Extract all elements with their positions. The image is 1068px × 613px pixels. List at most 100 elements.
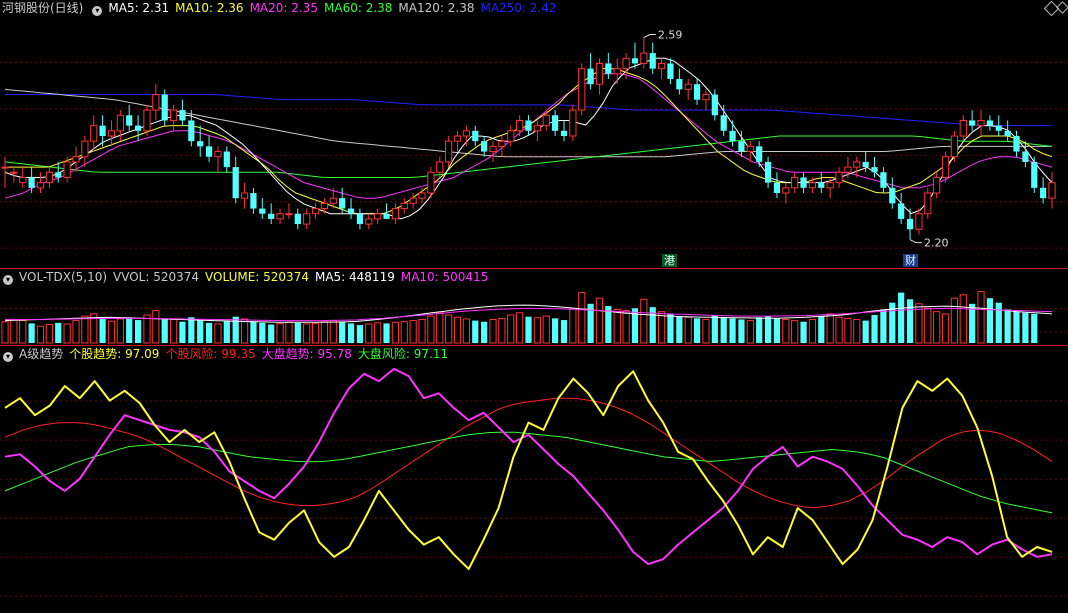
candle — [81, 136, 89, 168]
volume-legend-1: VOLUME: 520374 — [205, 270, 309, 284]
volume-bar — [188, 317, 195, 343]
candle — [764, 156, 772, 188]
candle — [268, 203, 275, 225]
candle-body — [1022, 151, 1029, 162]
candle — [552, 110, 559, 136]
candle-body — [107, 130, 116, 137]
volume-bar — [329, 320, 337, 344]
candle-body — [844, 166, 852, 173]
candle-body — [533, 125, 541, 132]
candle-body — [640, 52, 648, 64]
volume-bar — [1022, 312, 1029, 343]
volume-bar — [161, 318, 168, 343]
candle-body — [924, 192, 932, 215]
volume-bar — [516, 312, 524, 344]
high-price-label: 2.59 — [658, 29, 683, 42]
candle-body — [933, 176, 941, 194]
candle-body — [214, 151, 222, 158]
volume-bar — [853, 318, 861, 344]
candle — [179, 99, 186, 126]
candle-body — [542, 114, 550, 127]
candle — [605, 53, 612, 79]
volume-bar — [542, 315, 550, 344]
volume-bar — [311, 322, 320, 344]
candle-body — [525, 120, 532, 131]
candle-body — [898, 203, 905, 219]
candle — [472, 125, 479, 147]
volume-bar — [729, 318, 736, 343]
candle — [587, 53, 594, 90]
volume-legend: ▾ VOL-TDX(5,10) VVOL: 520374 VOLUME: 520374… — [0, 269, 500, 285]
indicator-chart[interactable] — [0, 346, 1068, 613]
candle-body — [1040, 187, 1047, 199]
volume-bar — [818, 316, 825, 343]
candle-body — [143, 109, 151, 132]
volume-bar — [116, 318, 124, 344]
candle-body — [605, 63, 612, 74]
volume-bar — [808, 318, 817, 344]
volume-bar — [489, 318, 497, 344]
volume-bar — [720, 317, 727, 343]
candle — [214, 146, 222, 173]
volume-bar — [507, 314, 515, 344]
candle — [303, 208, 311, 230]
candle — [1, 156, 9, 188]
hk-marker[interactable]: 港 — [662, 254, 677, 267]
indicator-legend-items: 个股趋势: 97.09 个股风险: 99.35 大盘趋势: 95.78 大盘风险: 9… — [69, 347, 454, 361]
candle-body — [63, 161, 71, 178]
volume-bar — [764, 316, 772, 343]
candle — [36, 172, 45, 193]
kline-chart[interactable]: 2.59 2.20 — [0, 0, 1068, 268]
candle — [55, 161, 62, 183]
candle-body — [365, 218, 373, 225]
volume-bar — [995, 302, 1002, 343]
kline-panel[interactable]: 2.59 2.20 河钢股份(日线) ▾ MA5: 2.31 MA10: 2.36 MA2… — [0, 0, 1068, 268]
candle-body — [773, 182, 781, 193]
candle-body — [578, 68, 586, 111]
volume-bar — [933, 311, 941, 344]
indicator-legend-2: 大盘趋势: 95.78 — [261, 347, 352, 361]
volume-bar — [453, 316, 462, 344]
volume-bar — [214, 323, 222, 344]
candle — [1048, 172, 1056, 209]
candle — [445, 136, 453, 168]
candle-body — [880, 172, 887, 188]
candle-body — [746, 145, 754, 153]
candle — [560, 120, 568, 142]
candle-body — [729, 130, 736, 142]
candle — [347, 198, 355, 219]
settings-circle-icon[interactable]: ▾ — [92, 6, 103, 16]
volume-title: VOL-TDX(5,10) — [19, 270, 108, 284]
stock-risk-line — [4, 397, 1053, 509]
candle-body — [587, 68, 594, 85]
candle — [374, 208, 382, 225]
main-legend: 河钢股份(日线) ▾ MA5: 2.31 MA10: 2.36 MA20: 2.35 MA… — [0, 0, 569, 16]
volume-bar — [356, 325, 364, 343]
volume-bar — [871, 315, 878, 343]
indicator-settings-icon[interactable]: ▾ — [3, 352, 13, 362]
volume-bar — [152, 310, 160, 344]
candle-body — [595, 62, 604, 85]
candle-body — [311, 208, 320, 215]
indicator-panel[interactable]: ▾ A级趋势 个股趋势: 97.09 个股风险: 99.35 大盘趋势: 95.78 大盘… — [0, 346, 1068, 613]
candle — [285, 203, 293, 219]
candle — [391, 203, 400, 225]
candle — [232, 156, 239, 204]
candle-body — [400, 202, 408, 210]
candle — [977, 110, 985, 136]
candle-body — [800, 177, 807, 188]
candle — [240, 182, 249, 209]
candle — [667, 58, 674, 85]
volume-bar — [409, 320, 417, 344]
volume-settings-icon[interactable]: ▾ — [3, 275, 13, 285]
candle-body — [223, 151, 230, 168]
volume-bar — [977, 290, 985, 344]
candle-body — [383, 213, 390, 219]
candle-body — [676, 79, 683, 90]
candle — [676, 68, 683, 95]
candle — [311, 203, 320, 219]
candle — [427, 167, 435, 199]
candle — [294, 208, 301, 230]
volume-panel[interactable]: ▾ VOL-TDX(5,10) VVOL: 520374 VOLUME: 520374… — [0, 269, 1068, 345]
finance-marker[interactable]: 财 — [903, 254, 918, 267]
